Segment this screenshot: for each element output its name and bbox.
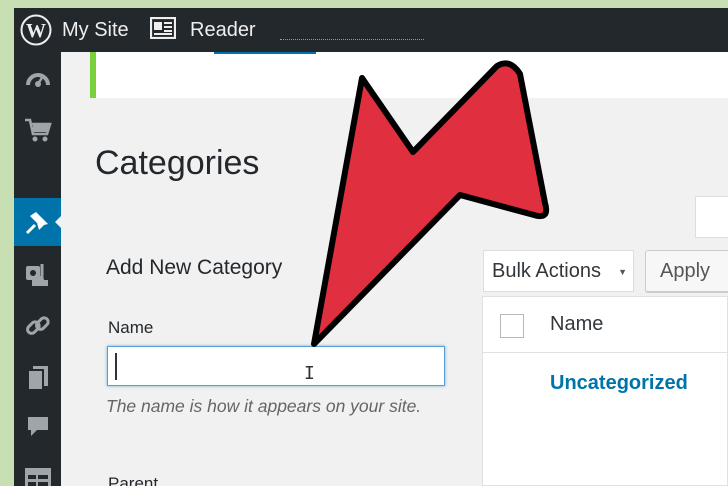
- annotation-arrow-icon: [311, 60, 550, 347]
